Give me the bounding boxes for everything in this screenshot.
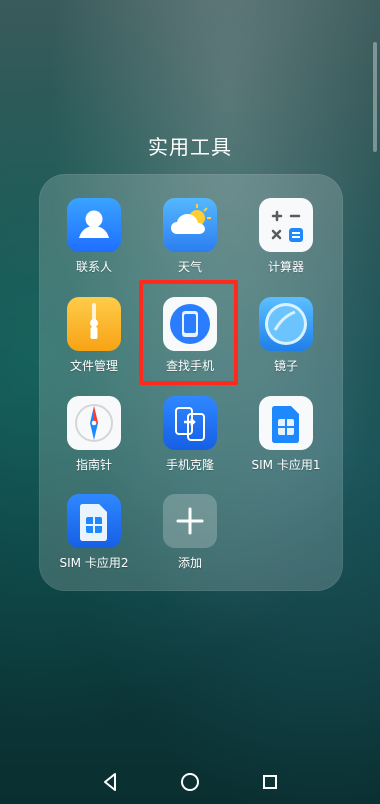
recent-square-icon[interactable]: [258, 770, 282, 794]
mirror-icon: [259, 297, 313, 351]
app-label: 计算器: [267, 260, 304, 274]
app-label: SIM 卡应用2: [59, 556, 129, 570]
back-triangle-icon[interactable]: [98, 770, 122, 794]
app-label: 镜子: [273, 359, 298, 373]
weather-icon: [163, 198, 217, 252]
app-label: 文件管理: [69, 359, 118, 373]
sim-card-icon: [259, 396, 313, 450]
home-circle-icon[interactable]: [178, 770, 202, 794]
app-add[interactable]: 添加: [140, 494, 240, 574]
app-label: SIM 卡应用1: [251, 458, 321, 472]
app-sim-card-2[interactable]: SIM 卡应用2: [44, 494, 144, 574]
app-label: 手机克隆: [165, 458, 214, 472]
contacts-icon: [67, 198, 121, 252]
app-file-manager[interactable]: 文件管理: [44, 297, 144, 377]
app-calculator[interactable]: 计算器: [236, 198, 336, 278]
app-label: 添加: [177, 556, 202, 570]
compass-icon: [67, 396, 121, 450]
folder-title: 实用工具: [148, 135, 232, 159]
app-weather[interactable]: 天气: [140, 198, 240, 278]
navigation-bar: [0, 760, 380, 804]
app-phone-clone[interactable]: 手机克隆: [140, 396, 240, 476]
plus-icon: [163, 494, 217, 548]
app-mirror[interactable]: 镜子: [236, 297, 336, 377]
sim-card-icon: [67, 494, 121, 548]
highlight-box: [139, 280, 238, 385]
app-label: 联系人: [75, 260, 112, 274]
app-label: 天气: [177, 260, 202, 274]
calculator-icon: [259, 198, 313, 252]
file-manager-icon: [67, 297, 121, 351]
app-compass[interactable]: 指南针: [44, 396, 144, 476]
app-sim-card-1[interactable]: SIM 卡应用1: [236, 396, 336, 476]
app-label: 指南针: [75, 458, 112, 472]
app-contacts[interactable]: 联系人: [44, 198, 144, 278]
phone-clone-icon: [163, 396, 217, 450]
